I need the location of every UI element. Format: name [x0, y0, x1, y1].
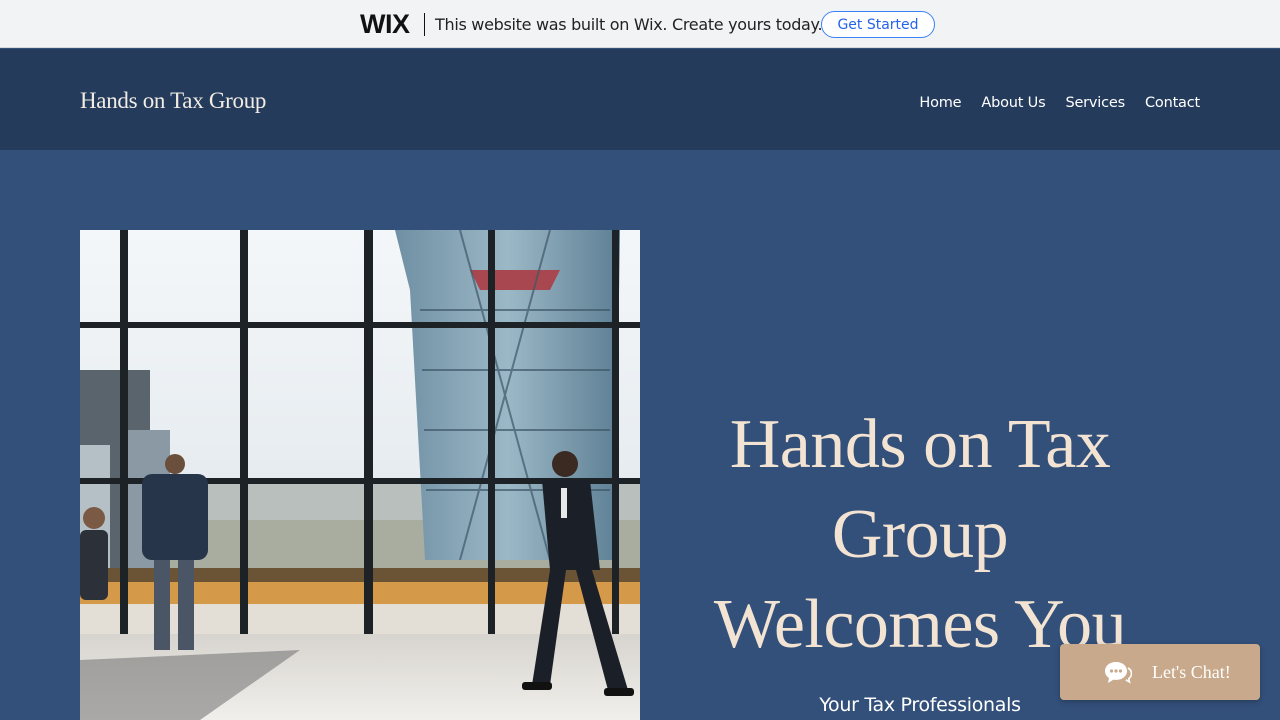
wix-logo[interactable]: WIX [360, 9, 410, 40]
nav-home[interactable]: Home [909, 95, 971, 111]
main-nav: Home About Us Services Contact [909, 95, 1200, 111]
hero-headline: Hands on Tax Group Welcomes You [690, 400, 1150, 670]
nav-services[interactable]: Services [1055, 95, 1135, 111]
chat-label: Let's Chat! [1152, 662, 1231, 682]
get-started-button[interactable]: Get Started [821, 11, 935, 38]
wix-banner-message: This website was built on Wix. Create yo… [435, 15, 823, 34]
wix-promo-banner: WIX This website was built on Wix. Creat… [0, 0, 1280, 48]
hero-office-image [80, 230, 640, 720]
hero-headline-line-1: Hands on Tax [729, 406, 1111, 483]
hero-headline-line-2: Group [831, 496, 1009, 573]
chat-widget-button[interactable]: Let's Chat! [1060, 644, 1260, 700]
nav-about-us[interactable]: About Us [971, 95, 1055, 111]
site-title[interactable]: Hands on Tax Group [80, 88, 266, 114]
nav-contact[interactable]: Contact [1135, 95, 1200, 111]
site-header: Hands on Tax Group Home About Us Service… [0, 49, 1280, 150]
chat-bubbles-icon [1104, 660, 1133, 691]
wix-banner-divider [424, 13, 425, 36]
